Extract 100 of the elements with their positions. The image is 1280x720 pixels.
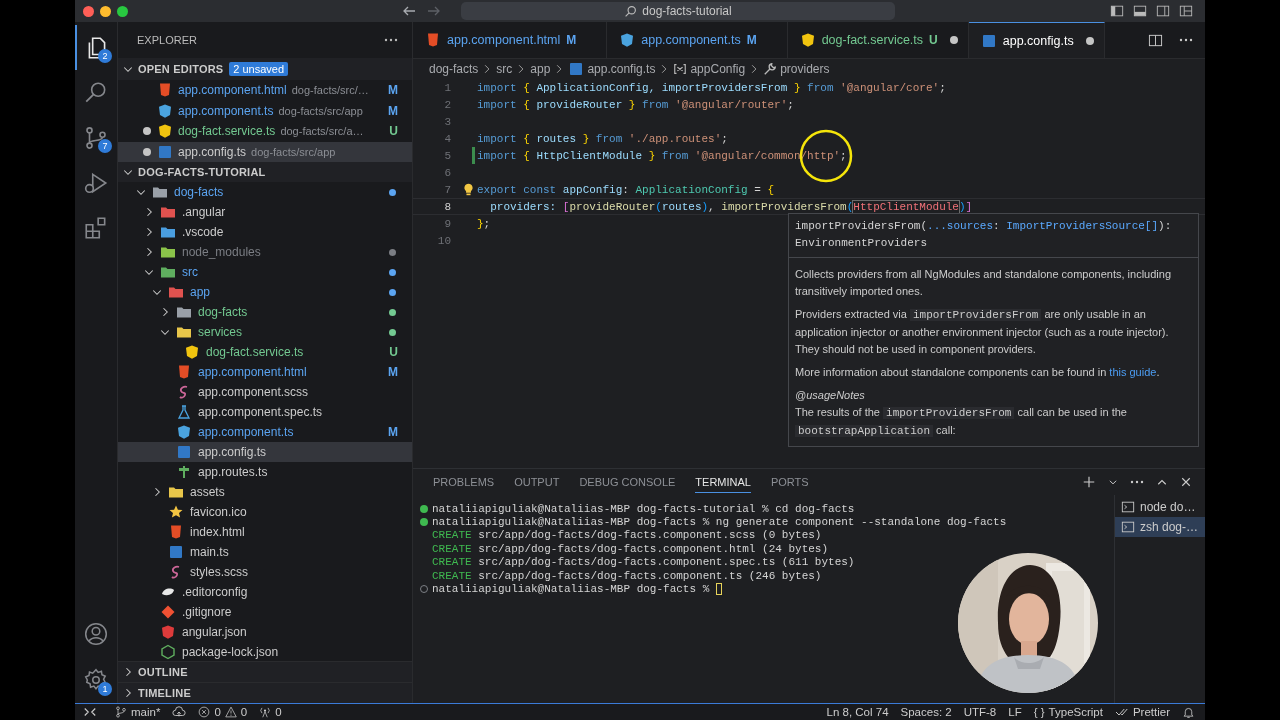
tree-item[interactable]: styles.scss	[118, 562, 412, 582]
tree-item[interactable]: app.component.html M	[118, 362, 412, 382]
star-icon	[168, 504, 184, 520]
status-item[interactable]: Prettier	[1114, 706, 1170, 718]
tree-item[interactable]: services	[118, 322, 412, 342]
problems-status[interactable]: 0 0	[198, 706, 248, 718]
bell-icon[interactable]	[1182, 705, 1195, 719]
search-field[interactable]: dog-facts-tutorial	[461, 2, 895, 20]
status-item[interactable]: Spaces: 2	[900, 706, 952, 718]
breadcrumb[interactable]: appConfig	[673, 62, 746, 76]
editor-tab[interactable]: dog-fact.service.ts U	[787, 22, 969, 58]
notification-count: 1	[98, 682, 112, 696]
plus-icon[interactable]	[1082, 475, 1096, 489]
panel-tab[interactable]: TERMINAL	[695, 471, 751, 493]
close-icon[interactable]	[1180, 476, 1192, 488]
tree-item[interactable]: main.ts	[118, 542, 412, 562]
tree-item[interactable]: .editorconfig	[118, 582, 412, 602]
breadcrumb[interactable]: app.config.ts	[568, 61, 656, 77]
breadcrumb[interactable]: dog-facts	[429, 62, 479, 76]
error-icon	[198, 706, 211, 718]
section-title: DOG-FACTS-TUTORIAL	[138, 166, 266, 178]
file-icon	[176, 364, 192, 380]
open-editor-item[interactable]: app.component.ts dog-facts/src/app M	[118, 100, 412, 121]
terminal-line: nataliiapiguliak@Nataliias-MBP dog-facts % ng generate component --standalone dog-facts	[432, 516, 1007, 529]
tree-item[interactable]: dog-facts	[118, 302, 412, 322]
file-icon	[176, 464, 192, 480]
tree-item[interactable]: app	[118, 282, 412, 302]
line-number: 8	[443, 200, 451, 213]
breadcrumb[interactable]: src	[496, 62, 513, 76]
editor-tab[interactable]: app.component.html M	[413, 22, 608, 58]
activity-button[interactable]: 1	[75, 657, 117, 703]
activity-button[interactable]: 7	[75, 115, 117, 160]
tree-item[interactable]: assets	[118, 482, 412, 502]
panel-tab[interactable]: PORTS	[770, 471, 809, 493]
breadcrumb[interactable]: app	[530, 62, 551, 76]
status-item[interactable]: Ln 8, Col 74	[826, 706, 889, 718]
more-actions-icon[interactable]	[1179, 38, 1193, 42]
panel-tab[interactable]: DEBUG CONSOLE	[579, 471, 676, 493]
section-header[interactable]: TIMELINE	[118, 682, 412, 703]
tree-item[interactable]: .angular	[118, 202, 412, 222]
open-editor-item[interactable]: dog-fact.service.ts dog-facts/src/a… U	[118, 121, 412, 142]
minimize-window-button[interactable]	[100, 5, 111, 17]
editor-tab[interactable]: app.config.ts	[968, 22, 1105, 58]
close-window-button[interactable]	[83, 5, 94, 17]
file-name: src	[182, 265, 198, 279]
more-actions-icon[interactable]	[384, 38, 398, 42]
section-title: OPEN EDITORS	[138, 63, 224, 75]
tree-item[interactable]: dog-fact.service.ts U	[118, 342, 412, 362]
terminal-session[interactable]: node do…	[1115, 497, 1205, 517]
tree-item[interactable]: node_modules	[118, 242, 412, 262]
file-name: index.html	[190, 525, 245, 539]
caret-icon[interactable]	[1108, 477, 1118, 487]
line-number: 9	[443, 217, 451, 230]
section-header[interactable]: OPEN EDITORS 2 unsaved	[118, 58, 412, 80]
file-name: .vscode	[182, 225, 224, 239]
tree-item[interactable]: app.component.scss	[118, 382, 412, 402]
tree-item[interactable]: .vscode	[118, 222, 412, 242]
tree-item[interactable]: package-lock.json	[118, 642, 412, 661]
file-path: dog-facts/src/app	[251, 145, 336, 158]
tree-item[interactable]: angular.json	[118, 622, 412, 642]
section-header[interactable]: DOG-FACTS-TUTORIAL	[118, 162, 412, 182]
ports-status[interactable]: 0	[259, 706, 282, 718]
tree-item[interactable]: app.component.spec.ts	[118, 402, 412, 422]
tree-item[interactable]: src	[118, 262, 412, 282]
editor-tab[interactable]: app.component.ts M	[607, 22, 788, 58]
remote-icon[interactable]	[83, 705, 97, 719]
file-name: .gitignore	[182, 605, 232, 619]
tree-item[interactable]: .gitignore	[118, 602, 412, 622]
file-name: dog-facts	[174, 185, 224, 199]
open-editor-item[interactable]: app.config.ts dog-facts/src/app	[118, 141, 412, 162]
wrench-icon	[763, 62, 778, 76]
file-icon	[157, 82, 173, 99]
layout-icon[interactable]	[1179, 4, 1193, 18]
section-header[interactable]: OUTLINE	[118, 661, 412, 682]
toggle-secondary-sidebar-icon[interactable]	[1156, 4, 1170, 18]
tree-item[interactable]: app.config.ts	[118, 442, 412, 462]
toggle-panel-icon[interactable]	[1133, 4, 1147, 18]
tree-item[interactable]: app.routes.ts	[118, 462, 412, 482]
tree-item[interactable]: index.html	[118, 522, 412, 542]
file-path: dog-facts/src/a…	[280, 125, 364, 138]
cloud-sync-icon[interactable]	[172, 705, 187, 719]
status-item[interactable]: { } TypeScript	[1033, 706, 1103, 718]
status-item[interactable]: LF	[1008, 706, 1022, 718]
status-item[interactable]: UTF-8	[963, 706, 997, 718]
panel-tab[interactable]: OUTPUT	[514, 471, 560, 493]
tree-item[interactable]: favicon.ico	[118, 502, 412, 522]
file-icon	[168, 544, 184, 560]
open-editor-item[interactable]: app.component.html dog-facts/src/… M	[118, 80, 412, 101]
more-actions-icon[interactable]	[1130, 480, 1144, 484]
source-control-icon	[83, 124, 109, 151]
zoom-window-button[interactable]	[117, 5, 128, 17]
tree-item[interactable]: app.component.ts M	[118, 422, 412, 442]
lightbulb-icon[interactable]	[462, 183, 475, 196]
panel-tab[interactable]: PROBLEMS	[433, 471, 495, 493]
breadcrumb[interactable]: providers	[763, 62, 830, 76]
terminal-session[interactable]: zsh dog-…	[1115, 517, 1205, 537]
split-editor-icon[interactable]	[1148, 32, 1163, 48]
branch-status[interactable]: main*	[115, 706, 161, 718]
toggle-sidebar-icon[interactable]	[1110, 4, 1124, 18]
tree-item[interactable]: dog-facts	[118, 182, 412, 202]
